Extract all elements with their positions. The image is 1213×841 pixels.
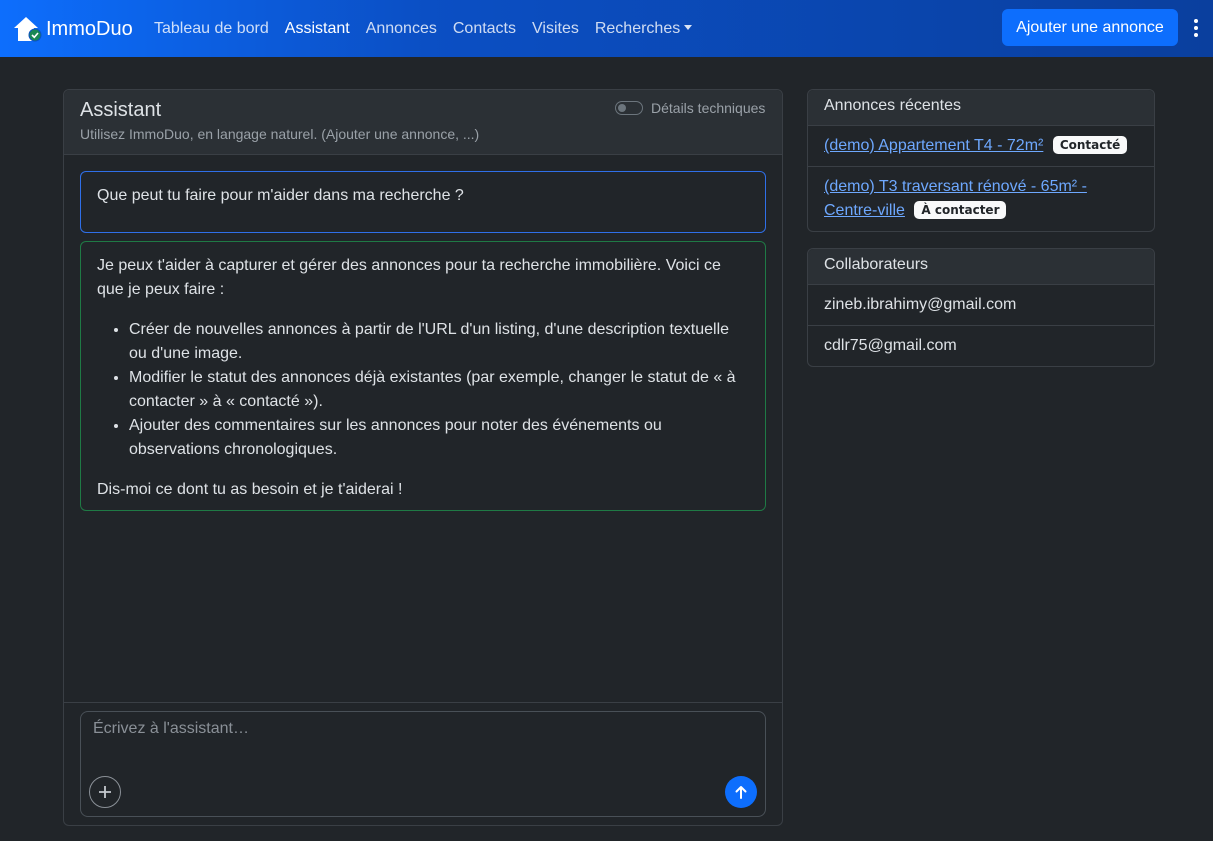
tech-details-toggle[interactable]: Détails techniques: [615, 100, 765, 116]
list-item: (demo) Appartement T4 - 72m² Contacté: [808, 126, 1154, 167]
tech-details-label: Détails techniques: [651, 100, 766, 116]
nav-assistant[interactable]: Assistant: [285, 20, 350, 38]
collaborator-email: zineb.ibrahimy@gmail.com: [808, 285, 1154, 326]
collaborator-email: cdlr75@gmail.com: [824, 337, 957, 354]
arrow-up-icon: [735, 786, 747, 799]
plus-icon: [99, 786, 111, 798]
kebab-menu-icon[interactable]: [1188, 17, 1204, 39]
top-navbar: ImmoDuo Tableau de bord Assistant Annonc…: [0, 0, 1213, 57]
assistant-card: Assistant Utilisez ImmoDuo, en langage n…: [63, 89, 783, 826]
caret-down-icon: [684, 24, 693, 30]
list-item: Ajouter des commentaires sur les annonce…: [129, 414, 749, 462]
status-badge: À contacter: [914, 201, 1007, 219]
collaborators-card: Collaborateurs zineb.ibrahimy@gmail.com …: [807, 248, 1155, 367]
list-item: Créer de nouvelles annonces à partir de …: [129, 318, 749, 366]
recent-listings-title: Annonces récentes: [808, 90, 1154, 126]
assistant-message: Je peux t'aider à capturer et gérer des …: [80, 241, 766, 511]
toggle-switch[interactable]: [615, 101, 643, 115]
collaborators-title: Collaborateurs: [808, 249, 1154, 285]
assistant-message-outro: Dis-moi ce dont tu as besoin et je t'aid…: [97, 481, 403, 498]
list-item: Modifier le statut des annonces déjà exi…: [129, 366, 749, 414]
nav-recherches-dropdown[interactable]: Recherches: [594, 19, 693, 38]
recent-listings-card: Annonces récentes (demo) Appartement T4 …: [807, 89, 1155, 232]
attach-button[interactable]: [89, 776, 121, 808]
nav-contacts[interactable]: Contacts: [453, 20, 516, 38]
assistant-capabilities-list: Créer de nouvelles annonces à partir de …: [129, 318, 749, 462]
assistant-input[interactable]: [81, 712, 765, 772]
brand-name: ImmoDuo: [46, 17, 133, 40]
house-check-icon: [14, 17, 42, 42]
message-composer: [80, 711, 766, 817]
divider: [64, 702, 782, 703]
nav-annonces[interactable]: Annonces: [366, 20, 437, 38]
nav-tableau-de-bord[interactable]: Tableau de bord: [154, 20, 269, 38]
assistant-message-intro: Je peux t'aider à capturer et gérer des …: [97, 257, 721, 298]
assistant-header: Assistant Utilisez ImmoDuo, en langage n…: [64, 90, 782, 155]
nav-links: Tableau de bord Assistant Annonces Conta…: [154, 0, 708, 57]
send-button[interactable]: [725, 776, 757, 808]
nav-visites[interactable]: Visites: [532, 20, 579, 38]
add-listing-button[interactable]: Ajouter une annonce: [1002, 9, 1178, 46]
list-item: (demo) T3 traversant rénové - 65m² - Cen…: [808, 167, 1154, 231]
nav-recherches-label: Recherches: [594, 19, 681, 37]
user-message: Que peut tu faire pour m'aider dans ma r…: [80, 171, 766, 233]
assistant-subtitle: Utilisez ImmoDuo, en langage naturel. (A…: [80, 126, 480, 142]
recent-listing-link[interactable]: (demo) Appartement T4 - 72m²: [824, 137, 1043, 154]
assistant-title: Assistant: [80, 99, 162, 121]
status-badge: Contacté: [1052, 136, 1128, 154]
brand[interactable]: ImmoDuo: [12, 14, 133, 44]
user-message-text: Que peut tu faire pour m'aider dans ma r…: [97, 187, 464, 204]
